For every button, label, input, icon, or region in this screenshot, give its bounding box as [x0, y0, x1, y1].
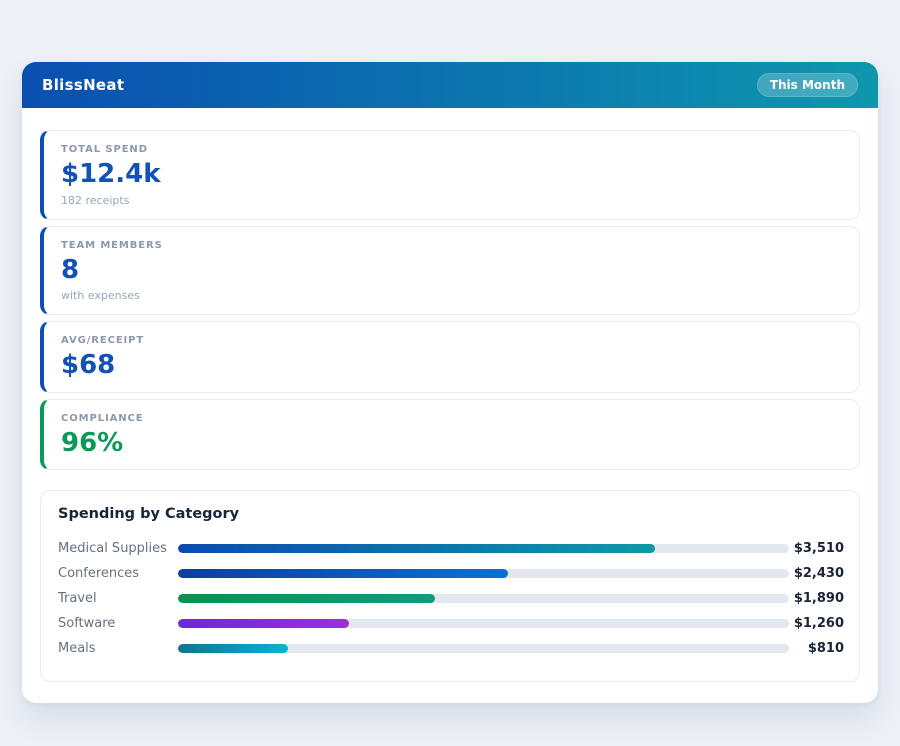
stat-card: AVG/RECEIPT $68: [40, 321, 860, 393]
stat-subtext: 182 receipts: [61, 194, 842, 207]
category-bar-track: [178, 569, 789, 578]
stat-value: 8: [61, 256, 842, 285]
category-label: Software: [58, 616, 178, 631]
category-label: Meals: [58, 641, 178, 656]
category-value: $810: [789, 641, 844, 656]
spending-title: Spending by Category: [58, 506, 844, 522]
stat-label: TEAM MEMBERS: [61, 240, 842, 251]
category-bar-fill: [178, 594, 435, 603]
stat-value: 96%: [61, 429, 842, 458]
category-bar-track: [178, 544, 789, 553]
category-bar-list: Medical Supplies $3,510 Conferences $2,4…: [58, 536, 844, 661]
stat-card: TEAM MEMBERS 8 with expenses: [40, 226, 860, 316]
category-bar-fill: [178, 644, 288, 653]
dashboard-content: TOTAL SPEND $12.4k 182 receipts TEAM MEM…: [22, 108, 878, 703]
stat-cards: TOTAL SPEND $12.4k 182 receipts TEAM MEM…: [40, 130, 860, 470]
stat-label: AVG/RECEIPT: [61, 335, 842, 346]
category-bar-track: [178, 644, 789, 653]
stat-card: TOTAL SPEND $12.4k 182 receipts: [40, 130, 860, 220]
expense-dashboard-card: BlissNeat This Month TOTAL SPEND $12.4k …: [22, 62, 878, 703]
category-row: Software $1,260: [58, 611, 844, 636]
stat-label: TOTAL SPEND: [61, 144, 842, 155]
category-label: Conferences: [58, 566, 178, 581]
category-value: $1,890: [789, 591, 844, 606]
category-bar-fill: [178, 569, 508, 578]
category-bar-fill: [178, 544, 655, 553]
app-title: BlissNeat: [42, 76, 124, 94]
category-label: Medical Supplies: [58, 541, 178, 556]
category-value: $3,510: [789, 541, 844, 556]
category-bar-fill: [178, 619, 349, 628]
app-header: BlissNeat This Month: [22, 62, 878, 108]
stat-value: $68: [61, 351, 842, 380]
category-value: $1,260: [789, 616, 844, 631]
category-row: Travel $1,890: [58, 586, 844, 611]
stat-card: COMPLIANCE 96%: [40, 399, 860, 471]
category-row: Conferences $2,430: [58, 561, 844, 586]
period-badge[interactable]: This Month: [757, 73, 858, 97]
stat-label: COMPLIANCE: [61, 413, 842, 424]
spending-by-category-card: Spending by Category Medical Supplies $3…: [40, 490, 860, 682]
category-row: Medical Supplies $3,510: [58, 536, 844, 561]
category-bar-track: [178, 619, 789, 628]
stat-subtext: with expenses: [61, 289, 842, 302]
category-label: Travel: [58, 591, 178, 606]
stat-value: $12.4k: [61, 160, 842, 189]
category-value: $2,430: [789, 566, 844, 581]
category-row: Meals $810: [58, 636, 844, 661]
category-bar-track: [178, 594, 789, 603]
